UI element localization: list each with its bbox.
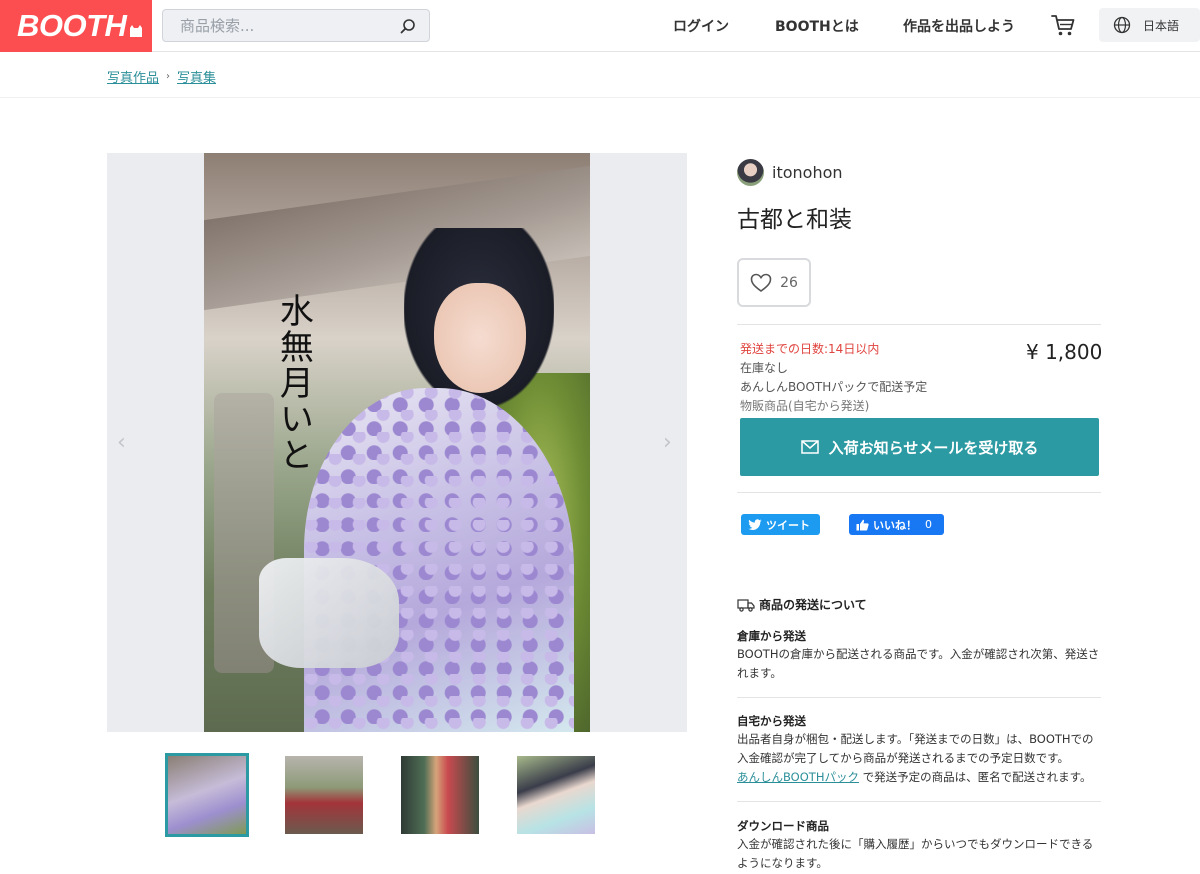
product-title: 古都と和装 [737, 207, 852, 233]
tweet-button[interactable]: ツイート [741, 514, 820, 535]
search-box[interactable] [162, 9, 430, 42]
warehouse-title: 倉庫から発送 [737, 629, 806, 643]
cart-icon[interactable] [1050, 12, 1076, 38]
shipping-info-title: 商品の発送について [759, 598, 867, 612]
breadcrumb-photobook[interactable]: 写真集 [177, 67, 216, 86]
divider [737, 801, 1101, 802]
like-button[interactable]: 26 [737, 258, 811, 307]
anshin-pack-note: あんしんBOOTHパックで配送予定 [740, 380, 928, 394]
self-ship-desc: 出品者自身が梱包・配送します。「発送までの日数」は、BOOTHでの入金確認が完了… [737, 732, 1094, 765]
chevron-right-icon: › [166, 71, 171, 82]
restock-notify-button[interactable]: 入荷お知らせメールを受け取る [740, 418, 1099, 476]
thumbnail-1[interactable] [165, 753, 249, 837]
start-selling-link[interactable]: 作品を出品しよう [903, 16, 1015, 36]
shipping-days: 発送までの日数:14日以内 [740, 342, 880, 356]
login-link[interactable]: ログイン [673, 16, 729, 36]
seller-name[interactable]: itonohon [772, 163, 843, 182]
site-header: BOOTH ログイン BOOTHとは 作品を出品しよう 日本語 [0, 0, 1200, 52]
notify-button-label: 入荷お知らせメールを受け取る [828, 438, 1039, 457]
thumbnail-2[interactable] [285, 756, 363, 834]
twitter-icon [748, 518, 762, 530]
cover-photo: 水無月いと [204, 153, 590, 732]
facebook-like-button[interactable]: いいね！ 0 [849, 514, 944, 535]
next-image-arrow[interactable]: › [663, 430, 672, 455]
thumbs-up-icon [856, 519, 869, 530]
mail-icon [800, 440, 819, 454]
self-ship-desc-2: で発送予定の商品は、匿名で配送されます。 [858, 770, 1092, 784]
breadcrumb: 写真作品 › 写真集 [107, 67, 216, 86]
like-count: 26 [780, 274, 798, 291]
search-input[interactable] [163, 10, 388, 41]
shipping-type: 物販商品(自宅から発送) [740, 399, 870, 413]
seller-info[interactable]: itonohon [737, 159, 843, 186]
logo-text: BOOTH [17, 8, 127, 43]
booth-logo[interactable]: BOOTH [0, 0, 152, 52]
stock-status: 在庫なし [740, 361, 789, 375]
avatar[interactable] [737, 159, 764, 186]
language-label: 日本語 [1143, 18, 1180, 33]
cover-title-text: 水無月いと [273, 293, 314, 473]
divider [737, 697, 1101, 698]
about-booth-link[interactable]: BOOTHとは [775, 16, 859, 36]
divider [737, 492, 1101, 493]
thumbnail-4[interactable] [517, 756, 595, 834]
warehouse-text: BOOTHの倉庫から配送される商品です。入金が確認され次第、発送されます。 [737, 647, 1100, 680]
truck-icon [737, 598, 755, 612]
anshin-pack-link[interactable]: あんしんBOOTHパック [737, 770, 859, 784]
globe-icon [1113, 16, 1131, 34]
breadcrumb-photo-works[interactable]: 写真作品 [107, 67, 159, 86]
download-text: 入金が確認された後に「購入履歴」からいつでもダウンロードできるようになります。 [737, 837, 1094, 870]
product-price: ¥ 1,800 [1026, 340, 1103, 364]
thumbnail-3[interactable] [401, 756, 479, 834]
cat-logo-icon [130, 24, 143, 37]
self-ship-text: 出品者自身が梱包・配送します。「発送までの日数」は、BOOTHでの入金確認が完了… [737, 730, 1102, 787]
prev-image-arrow[interactable]: ‹ [117, 430, 126, 455]
search-icon[interactable] [400, 18, 416, 34]
language-selector[interactable]: 日本語 [1099, 8, 1200, 42]
fb-like-label: いいね！ [873, 518, 917, 532]
product-main-image[interactable]: 水無月いと ‹ › [107, 153, 687, 732]
shipping-info-heading: 商品の発送について [737, 596, 867, 613]
divider [0, 97, 1200, 98]
self-ship-title: 自宅から発送 [737, 714, 806, 728]
heart-icon [750, 273, 772, 292]
divider [737, 324, 1101, 325]
fb-like-count: 0 [925, 518, 932, 531]
tweet-label: ツイート [766, 518, 810, 532]
download-title: ダウンロード商品 [737, 819, 829, 833]
